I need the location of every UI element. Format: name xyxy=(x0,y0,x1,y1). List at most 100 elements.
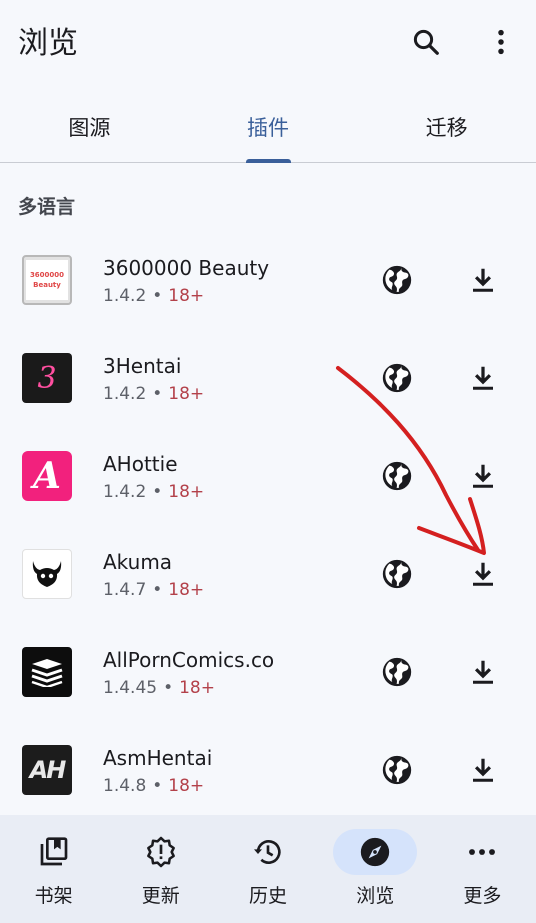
extension-version: 1.4.2 xyxy=(103,482,147,502)
extension-meta: 1.4.7 • 18+ xyxy=(103,580,204,600)
install-button[interactable] xyxy=(464,653,502,691)
extension-row[interactable]: A AHottie 1.4.2 • 18+ xyxy=(0,427,536,525)
nav-history[interactable]: 历史 xyxy=(214,815,321,923)
globe-icon xyxy=(382,265,412,295)
globe-icon xyxy=(382,755,412,785)
overflow-menu-button[interactable] xyxy=(481,22,521,62)
extension-version: 1.4.2 xyxy=(103,384,147,404)
extension-version: 1.4.45 xyxy=(103,678,158,698)
extension-row[interactable]: AllPornComics.co 1.4.45 • 18+ xyxy=(0,623,536,721)
extension-meta: 1.4.45 • 18+ xyxy=(103,678,215,698)
extension-name: Akuma xyxy=(103,550,173,574)
app-bar: 浏览 xyxy=(0,0,536,82)
install-button[interactable] xyxy=(464,751,502,789)
nsfw-badge: 18+ xyxy=(168,482,205,502)
language-button[interactable] xyxy=(378,457,416,495)
search-icon xyxy=(413,29,439,55)
extension-meta: 1.4.2 • 18+ xyxy=(103,384,204,404)
tab-extensions[interactable]: 插件 xyxy=(179,92,358,163)
separator: • xyxy=(163,678,174,698)
separator: • xyxy=(152,776,163,796)
tab-bar: 图源 插件 迁移 xyxy=(0,92,536,163)
globe-icon xyxy=(382,559,412,589)
extension-logo: AH xyxy=(22,745,72,795)
nav-pill xyxy=(226,829,310,875)
globe-icon xyxy=(382,657,412,687)
extension-meta: 1.4.2 • 18+ xyxy=(103,286,204,306)
nav-label: 书架 xyxy=(34,885,73,907)
more-vert-icon xyxy=(498,29,504,55)
tab-label: 插件 xyxy=(247,116,289,140)
download-icon xyxy=(473,268,493,292)
updates-icon xyxy=(146,836,175,868)
language-button[interactable] xyxy=(378,555,416,593)
nsfw-badge: 18+ xyxy=(179,678,215,698)
akuma-logo-icon xyxy=(32,561,62,587)
extension-name: 3Hentai xyxy=(103,354,182,378)
bottom-navigation: 书架 更新 历史 浏览 更多 xyxy=(0,815,536,923)
nav-pill xyxy=(333,829,418,875)
extension-version: 1.4.7 xyxy=(103,580,147,600)
extension-logo: A xyxy=(22,451,72,501)
language-button[interactable] xyxy=(378,359,416,397)
install-button[interactable] xyxy=(464,261,502,299)
nav-updates[interactable]: 更新 xyxy=(107,815,214,923)
nav-browse[interactable]: 浏览 xyxy=(322,815,429,923)
extension-row[interactable]: 3600000 Beauty 3600000 Beauty 1.4.2 • 18+ xyxy=(0,231,536,329)
extension-version: 1.4.8 xyxy=(103,776,147,796)
logo-text: 3600000 Beauty xyxy=(26,260,68,300)
download-icon xyxy=(473,758,493,782)
nav-more[interactable]: 更多 xyxy=(429,815,536,923)
extension-version: 1.4.2 xyxy=(103,286,147,306)
separator: • xyxy=(152,580,163,600)
page-title: 浏览 xyxy=(18,26,78,61)
separator: • xyxy=(152,384,163,404)
download-icon xyxy=(473,366,493,390)
download-icon xyxy=(473,562,493,586)
section-header: 多语言 xyxy=(18,196,76,218)
nsfw-badge: 18+ xyxy=(168,580,205,600)
extension-logo xyxy=(22,647,72,697)
history-icon xyxy=(254,840,281,864)
more-horiz-icon xyxy=(469,849,496,855)
extension-meta: 1.4.2 • 18+ xyxy=(103,482,204,502)
separator: • xyxy=(152,482,163,502)
install-button[interactable] xyxy=(464,457,502,495)
extension-meta: 1.4.8 • 18+ xyxy=(103,776,204,796)
search-button[interactable] xyxy=(406,22,446,62)
library-icon xyxy=(40,837,67,866)
language-button[interactable] xyxy=(378,653,416,691)
extension-name: AsmHentai xyxy=(103,746,213,770)
language-button[interactable] xyxy=(378,261,416,299)
books-logo-icon xyxy=(31,659,63,687)
extension-row[interactable]: 3 3Hentai 1.4.2 • 18+ xyxy=(0,329,536,427)
download-icon xyxy=(473,660,493,684)
nav-label: 更多 xyxy=(463,885,502,907)
globe-icon xyxy=(382,363,412,393)
extension-name: AllPornComics.co xyxy=(103,648,275,672)
language-button[interactable] xyxy=(378,751,416,789)
extension-name: 3600000 Beauty xyxy=(103,256,270,280)
extension-row[interactable]: AH AsmHentai 1.4.8 • 18+ xyxy=(0,721,536,819)
nsfw-badge: 18+ xyxy=(168,286,205,306)
tab-label: 迁移 xyxy=(425,116,468,140)
install-button[interactable] xyxy=(464,555,502,593)
compass-icon xyxy=(361,837,390,867)
extension-logo: 3 xyxy=(22,353,72,403)
extension-logo xyxy=(22,549,72,599)
extension-row[interactable]: Akuma 1.4.7 • 18+ xyxy=(0,525,536,623)
tab-migrate[interactable]: 迁移 xyxy=(357,92,536,162)
logo-name: 3600000 Beauty xyxy=(29,271,65,289)
install-button[interactable] xyxy=(464,359,502,397)
logo-name: A xyxy=(33,455,61,497)
nsfw-badge: 18+ xyxy=(168,776,205,796)
logo-name: AH xyxy=(29,756,67,784)
nav-pill xyxy=(12,829,96,875)
nav-library[interactable]: 书架 xyxy=(0,815,107,923)
nav-label: 历史 xyxy=(249,885,288,907)
nav-label: 浏览 xyxy=(356,885,395,907)
extension-name: AHottie xyxy=(103,452,178,476)
tab-sources[interactable]: 图源 xyxy=(0,92,179,162)
nav-pill xyxy=(440,829,524,875)
tab-indicator xyxy=(245,159,291,163)
